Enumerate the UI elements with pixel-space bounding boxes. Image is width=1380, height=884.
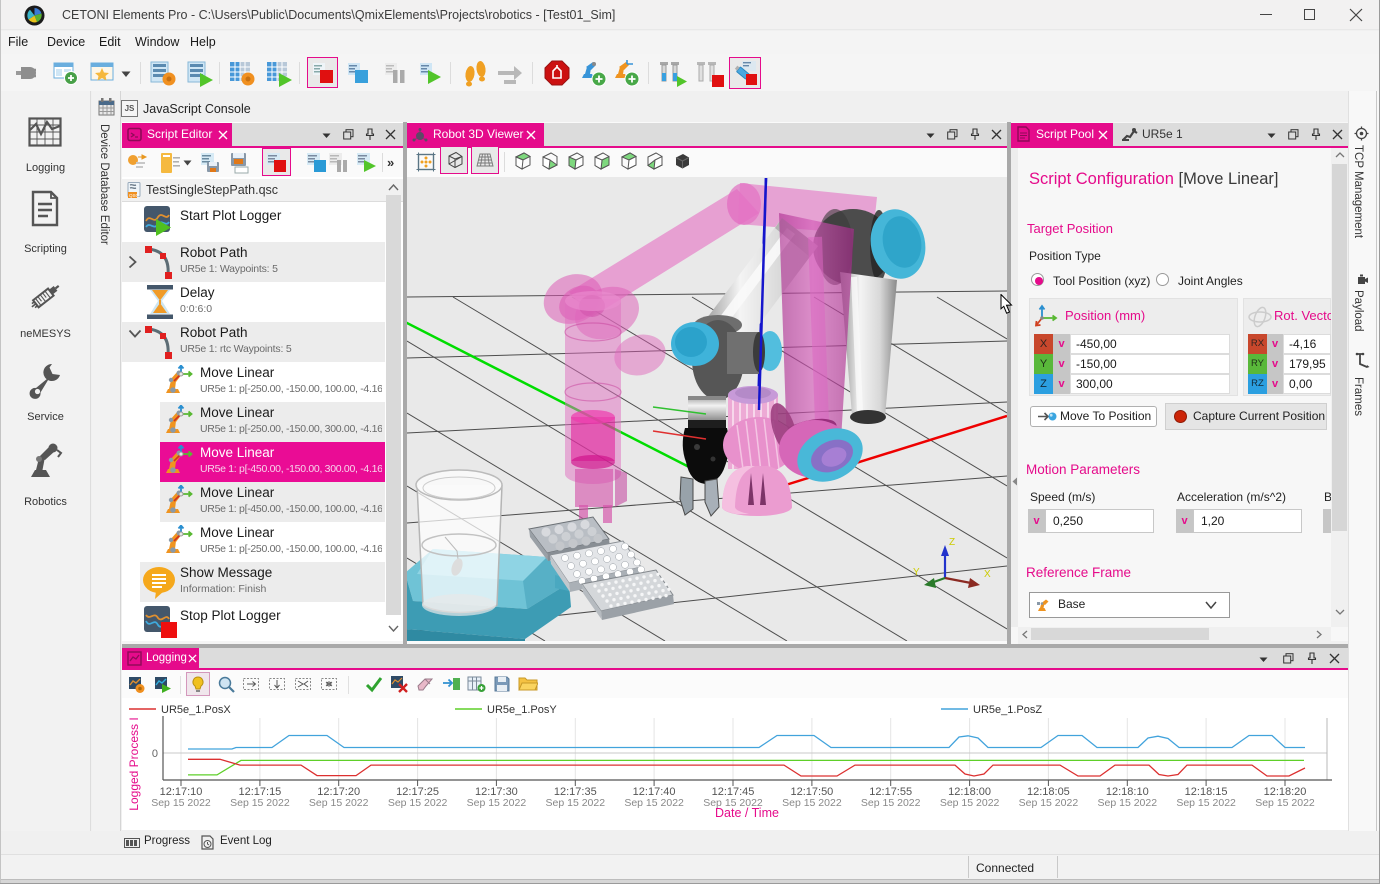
svg-text:Logged Process I: Logged Process I — [127, 717, 141, 810]
svg-text:Sep 15 2022: Sep 15 2022 — [940, 797, 1000, 809]
svg-text:UR5e_1.PosX: UR5e_1.PosX — [161, 704, 231, 716]
svg-text:Sep 15 2022: Sep 15 2022 — [1098, 797, 1158, 809]
svg-text:Sep 15 2022: Sep 15 2022 — [546, 797, 606, 809]
svg-text:X: X — [984, 569, 991, 580]
svg-text:Sep 15 2022: Sep 15 2022 — [782, 797, 842, 809]
svg-text:Sep 15 2022: Sep 15 2022 — [388, 797, 448, 809]
svg-text:Sep 15 2022: Sep 15 2022 — [467, 797, 527, 809]
svg-text:Sep 15 2022: Sep 15 2022 — [1019, 797, 1079, 809]
svg-text:Sep 15 2022: Sep 15 2022 — [151, 797, 211, 809]
svg-text:UR5e_1.PosY: UR5e_1.PosY — [487, 704, 557, 716]
svg-text:0: 0 — [152, 748, 158, 760]
svg-text:UR5e_1.PosZ: UR5e_1.PosZ — [973, 704, 1042, 716]
svg-text:Sep 15 2022: Sep 15 2022 — [861, 797, 921, 809]
svg-text:Sep 15 2022: Sep 15 2022 — [230, 797, 290, 809]
svg-text:Sep 15 2022: Sep 15 2022 — [624, 797, 684, 809]
svg-text:Sep 15 2022: Sep 15 2022 — [309, 797, 369, 809]
svg-text:Z: Z — [949, 537, 955, 548]
svg-text:Sep 15 2022: Sep 15 2022 — [1255, 797, 1315, 809]
svg-text:Y: Y — [913, 567, 920, 578]
svg-text:Date / Time: Date / Time — [715, 806, 779, 820]
svg-text:Sep 15 2022: Sep 15 2022 — [1176, 797, 1236, 809]
svg-text:QSC: QSC — [129, 193, 140, 198]
